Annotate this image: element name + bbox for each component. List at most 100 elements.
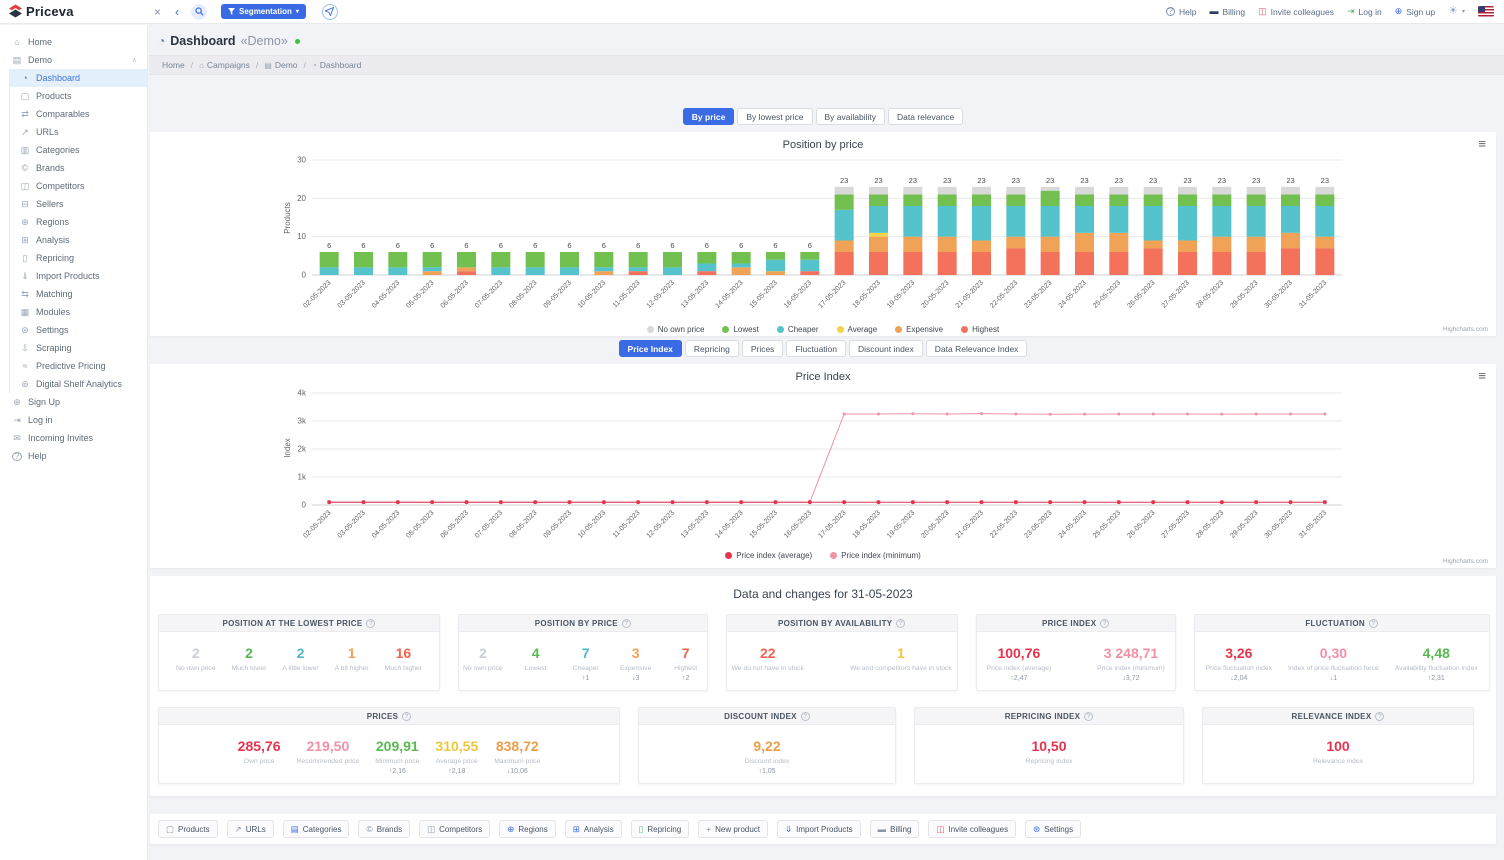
search-button[interactable] xyxy=(191,4,207,20)
highcharts-credit[interactable]: Highcharts.com xyxy=(1443,558,1488,565)
tab-discount-index[interactable]: Discount index xyxy=(849,340,923,357)
topbar-link-log-in[interactable]: ⇥Log in xyxy=(1347,7,1382,17)
toolbar-button-regions[interactable]: ⊕Regions xyxy=(499,820,555,838)
matching-icon: ⇆ xyxy=(20,289,30,300)
sidebar-item-sign-up[interactable]: ⊕Sign Up xyxy=(0,393,147,411)
breadcrumb-label: Campaigns xyxy=(207,60,250,70)
sidebar-item-dashboard[interactable]: ◔Dashboard xyxy=(10,69,147,87)
info-icon[interactable]: ? xyxy=(1084,712,1093,721)
tab-by-lowest-price[interactable]: By lowest price xyxy=(737,108,812,125)
toolbar-button-repricing[interactable]: ▯Repricing xyxy=(631,820,689,838)
svg-text:18-05-2023: 18-05-2023 xyxy=(852,279,882,309)
toolbar-button-brands[interactable]: ©Brands xyxy=(358,820,410,838)
topbar-link-invite-colleagues[interactable]: ◫Invite colleagues xyxy=(1258,7,1334,17)
legend-item-cheaper[interactable]: Cheaper xyxy=(777,325,819,334)
language-flag-us[interactable] xyxy=(1478,6,1494,17)
info-icon[interactable]: ? xyxy=(402,712,411,721)
sidebar-item-brands[interactable]: ©Brands xyxy=(10,159,147,177)
legend-item-average[interactable]: Average xyxy=(837,325,878,334)
tab-data-relevance[interactable]: Data relevance xyxy=(888,108,963,125)
svg-text:6: 6 xyxy=(464,241,468,250)
sidebar-item-label: Modules xyxy=(36,307,70,317)
send-button[interactable] xyxy=(322,4,338,20)
legend-item-price-index-minimum[interactable]: Price index (minimum) xyxy=(830,551,921,560)
sidebar-item-urls[interactable]: ↗URLs xyxy=(10,123,147,141)
sidebar-item-sellers[interactable]: ⊟Sellers xyxy=(10,195,147,213)
sidebar-item-import-products[interactable]: ⇓Import Products xyxy=(10,267,147,285)
chevron-left-icon[interactable]: ‹ xyxy=(175,6,179,18)
sidebar-item-repricing[interactable]: ▯Repricing xyxy=(10,249,147,267)
info-icon[interactable]: ? xyxy=(1369,619,1378,628)
sidebar-item-analysis[interactable]: ⊞Analysis xyxy=(10,231,147,249)
priceva-logo[interactable]: Priceva xyxy=(0,4,140,19)
brands-icon: © xyxy=(20,163,30,173)
sidebar-item-scraping[interactable]: ⇩Scraping xyxy=(10,339,147,357)
toolbar-button-settings[interactable]: ⊛Settings xyxy=(1025,820,1081,838)
sidebar-item-help[interactable]: ?Help xyxy=(0,447,147,465)
info-icon[interactable]: ? xyxy=(1375,712,1384,721)
topbar-link-help[interactable]: ?Help xyxy=(1166,7,1196,17)
tab-price-index[interactable]: Price Index xyxy=(619,340,682,357)
sidebar-item-competitors[interactable]: ◫Competitors xyxy=(10,177,147,195)
theme-switcher[interactable]: ☀▾ xyxy=(1448,6,1465,17)
toolbar-button-invite-colleagues[interactable]: ◫Invite colleagues xyxy=(928,820,1016,838)
toolbar-button-products[interactable]: ▢Products xyxy=(158,820,218,838)
close-icon[interactable]: × xyxy=(154,6,161,18)
toolbar-button-urls[interactable]: ↗URLs xyxy=(227,820,274,838)
chart-menu-icon[interactable]: ≡ xyxy=(1478,137,1486,150)
tab-prices[interactable]: Prices xyxy=(742,340,784,357)
tab-by-price[interactable]: By price xyxy=(683,108,735,125)
topbar-link-sign-up[interactable]: ⊕Sign up xyxy=(1395,7,1435,17)
legend-item-expensive[interactable]: Expensive xyxy=(895,325,943,334)
sidebar-item-products[interactable]: ▢Products xyxy=(10,87,147,105)
metric-label: Price index (minimum) xyxy=(1097,665,1165,672)
sidebar-item-predictive-pricing[interactable]: ≈Predictive Pricing xyxy=(10,357,147,375)
info-icon[interactable]: ? xyxy=(1100,619,1109,628)
metric-label: A little lower xyxy=(282,665,318,672)
breadcrumb-item-dashboard[interactable]: ◔Dashboard xyxy=(312,60,361,70)
sidebar-item-categories[interactable]: ▥Categories xyxy=(10,141,147,159)
info-icon[interactable]: ? xyxy=(801,712,810,721)
tab-data-relevance-index[interactable]: Data Relevance Index xyxy=(926,340,1028,357)
chevron-up-icon[interactable]: ∧ xyxy=(132,56,137,64)
legend-label: Price index (minimum) xyxy=(841,551,921,560)
info-icon[interactable]: ? xyxy=(622,619,631,628)
info-icon[interactable]: ? xyxy=(366,619,375,628)
sidebar-item-comparables[interactable]: ⇄Comparables xyxy=(10,105,147,123)
sidebar-item-digital-shelf-analytics[interactable]: ⊚Digital Shelf Analytics xyxy=(10,375,147,393)
toolbar-button-categories[interactable]: ▤Categories xyxy=(283,820,350,838)
metric-delta: ↑1,05 xyxy=(745,768,790,775)
sidebar-item-demo[interactable]: ▤Demo∧ xyxy=(0,51,147,69)
topbar-link-billing[interactable]: ▬Billing xyxy=(1209,7,1245,17)
toolbar-button-competitors[interactable]: ◫Competitors xyxy=(419,820,490,838)
legend-item-no-own-price[interactable]: No own price xyxy=(647,325,705,334)
toolbar-button-new-product[interactable]: +New product xyxy=(698,820,768,838)
info-icon[interactable]: ? xyxy=(896,619,905,628)
card-discount-index: DISCOUNT INDEX?9,22Discount index↑1,05 xyxy=(638,707,896,784)
tab-by-availability[interactable]: By availability xyxy=(816,108,886,125)
toolbar-button-label: Competitors xyxy=(439,825,482,834)
legend-item-price-index-average[interactable]: Price index (average) xyxy=(725,551,812,560)
segmentation-button[interactable]: Segmentation ▾ xyxy=(221,4,306,19)
toolbar-button-billing[interactable]: ▬Billing xyxy=(870,820,920,838)
tab-fluctuation[interactable]: Fluctuation xyxy=(786,340,846,357)
breadcrumb-item-demo[interactable]: ▤Demo xyxy=(264,60,297,70)
legend-item-lowest[interactable]: Lowest xyxy=(722,325,758,334)
chart-menu-icon[interactable]: ≡ xyxy=(1478,369,1486,382)
sidebar-item-incoming-invites[interactable]: ✉Incoming Invites xyxy=(0,429,147,447)
sidebar-item-home[interactable]: ⌂Home xyxy=(0,33,147,51)
breadcrumb-item-home[interactable]: Home xyxy=(162,60,185,70)
legend-item-highest[interactable]: Highest xyxy=(961,325,999,334)
svg-text:6: 6 xyxy=(602,241,606,250)
sidebar-item-log-in[interactable]: ⇥Log in xyxy=(0,411,147,429)
sidebar-item-settings[interactable]: ⊛Settings xyxy=(10,321,147,339)
highcharts-credit[interactable]: Highcharts.com xyxy=(1443,326,1488,333)
tab-repricing[interactable]: Repricing xyxy=(685,340,739,357)
sidebar-item-regions[interactable]: ⊕Regions xyxy=(10,213,147,231)
toolbar-button-import-products[interactable]: ⇓Import Products xyxy=(777,820,861,838)
breadcrumb-item-campaigns[interactable]: ⌂Campaigns xyxy=(199,60,250,70)
sidebar-item-matching[interactable]: ⇆Matching xyxy=(10,285,147,303)
card-body: 100Relevance index xyxy=(1203,725,1473,783)
sidebar-item-modules[interactable]: ▦Modules xyxy=(10,303,147,321)
toolbar-button-analysis[interactable]: ⊞Analysis xyxy=(565,820,622,838)
